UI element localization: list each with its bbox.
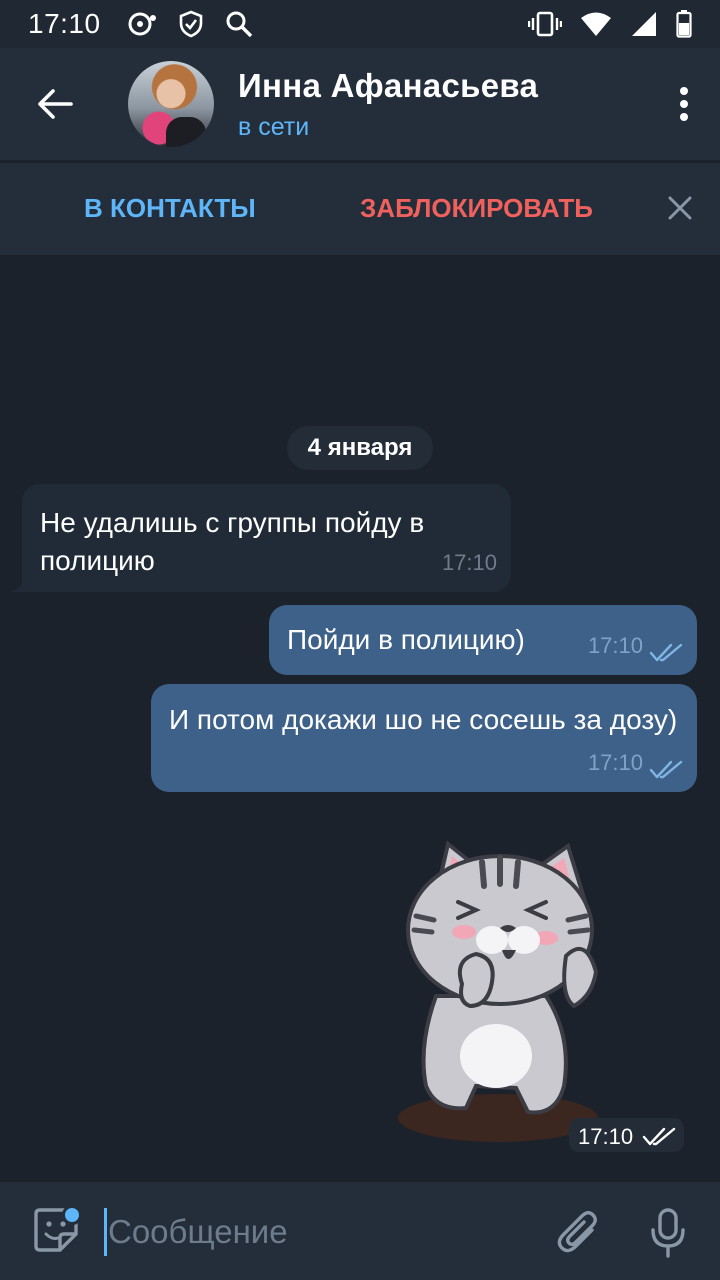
- message-text: Не удалишь с группы пойду в полицию: [40, 507, 425, 576]
- search-icon: [226, 11, 252, 38]
- message-time: 17:10: [587, 633, 643, 658]
- more-menu-button[interactable]: [648, 48, 720, 160]
- message-time: 17:10: [441, 550, 497, 575]
- more-vertical-icon: [680, 87, 688, 121]
- double-check-icon: [649, 643, 683, 662]
- arrow-back-icon: [38, 89, 73, 119]
- vinyl-icon: [128, 12, 156, 36]
- battery-icon: [676, 10, 692, 38]
- message-text: Пойди в полицию): [287, 624, 525, 655]
- incoming-message[interactable]: Не удалишь с группы пойду в полицию 17:1…: [22, 484, 511, 592]
- message-input[interactable]: [108, 1204, 528, 1260]
- cell-signal-icon: [632, 12, 656, 36]
- contact-status: в сети: [238, 112, 310, 141]
- vibrate-icon: [528, 11, 562, 37]
- double-check-icon: [642, 1127, 676, 1146]
- double-check-icon: [649, 760, 683, 779]
- attach-icon[interactable]: [556, 1208, 600, 1256]
- block-user-button[interactable]: ЗАБЛОКИРОВАТЬ: [360, 193, 593, 224]
- message-time: 17:10: [587, 750, 643, 775]
- back-button[interactable]: [0, 48, 110, 160]
- contact-info[interactable]: Инна Афанасьева в сети: [238, 67, 538, 142]
- contact-action-bar: В КОНТАКТЫ ЗАБЛОКИРОВАТЬ: [0, 163, 720, 255]
- message-text: И потом докажи шо не сосешь за дозу): [169, 704, 678, 735]
- chat-header: Инна Афанасьева в сети: [0, 48, 720, 160]
- shield-icon: [179, 10, 202, 38]
- microphone-icon[interactable]: [650, 1208, 686, 1258]
- text-cursor: [104, 1208, 107, 1256]
- notification-dot: [62, 1205, 82, 1225]
- cat-sticker[interactable]: [396, 836, 606, 1146]
- add-to-contacts-button[interactable]: В КОНТАКТЫ: [84, 193, 256, 224]
- message-input-bar: [0, 1182, 720, 1280]
- outgoing-message[interactable]: И потом докажи шо не сосешь за дозу) 17:…: [151, 684, 697, 792]
- sticker-time-badge: 17:10: [569, 1118, 684, 1152]
- status-time: 17:10: [28, 8, 101, 39]
- outgoing-message[interactable]: Пойди в полицию) 17:10: [269, 605, 697, 675]
- close-icon[interactable]: [662, 190, 698, 226]
- message-time: 17:10: [578, 1124, 634, 1149]
- wifi-icon: [581, 12, 611, 36]
- date-separator: 4 января: [287, 426, 433, 470]
- contact-name: Инна Афанасьева: [238, 66, 539, 104]
- avatar[interactable]: [128, 61, 214, 147]
- status-bar: 17:10: [0, 0, 720, 48]
